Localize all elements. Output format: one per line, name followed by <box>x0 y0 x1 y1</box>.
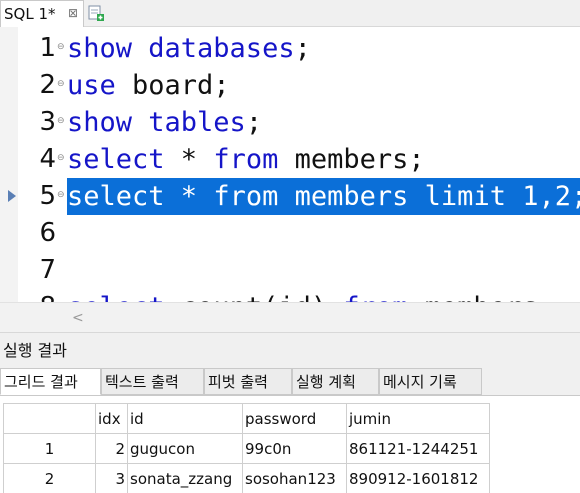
result-table: idx id password jumin 1 2 gugucon 99c0n … <box>3 403 490 493</box>
tab-grid-result[interactable]: 그리드 결과 <box>0 368 101 395</box>
cell-idx[interactable]: 3 <box>95 463 128 493</box>
code-text[interactable]: show databases; <box>67 30 311 67</box>
cell-id[interactable]: gugucon <box>127 433 243 464</box>
line-number: 5 <box>39 181 56 211</box>
cell-jumin[interactable]: 890912-1601812 <box>346 463 490 493</box>
cell-id[interactable]: sonata_zzang <box>127 463 243 493</box>
editor-line[interactable]: 5 ⊖ select * from members limit 1,2; <box>0 178 580 215</box>
editor-line[interactable]: 4 ⊖ select * from members; <box>0 141 580 178</box>
column-header-id[interactable]: id <box>127 403 243 434</box>
row-number[interactable]: 1 <box>3 433 96 464</box>
fold-icon[interactable]: ⊖ <box>57 117 65 126</box>
column-header-idx[interactable]: idx <box>95 403 128 434</box>
code-text[interactable]: select * from members limit 1,2; <box>67 178 580 215</box>
fold-icon[interactable]: ⊖ <box>57 80 65 89</box>
close-icon[interactable]: ⊠ <box>68 6 78 20</box>
row-number[interactable]: 2 <box>3 463 96 493</box>
code-text[interactable]: use board; <box>67 67 230 104</box>
cell-password[interactable]: sosohan123 <box>242 463 347 493</box>
tab-label: SQL 1* <box>4 5 56 23</box>
tab-text-output[interactable]: 텍스트 출력 <box>101 368 204 395</box>
code-text[interactable]: select * from members; <box>67 141 425 178</box>
tab-message-history[interactable]: 메시지 기록 <box>379 368 482 395</box>
editor-line[interactable]: 2 ⊖ use board; <box>0 67 580 104</box>
editor-line[interactable]: 1 ⊖ show databases; <box>0 30 580 67</box>
current-line-marker-icon <box>8 190 16 202</box>
cell-password[interactable]: 99c0n <box>242 433 347 464</box>
new-sql-tab-icon[interactable] <box>86 3 106 23</box>
tab-pivot-output[interactable]: 피벗 출력 <box>204 368 292 395</box>
fold-icon[interactable]: ⊖ <box>57 191 65 200</box>
code-text[interactable]: select count(id) from members; <box>67 289 555 302</box>
editor-tab-bar: SQL 1* ⊠ <box>0 0 580 27</box>
editor-line[interactable]: 6 <box>0 215 580 252</box>
fold-icon[interactable]: ⊖ <box>57 43 65 52</box>
line-number: 2 <box>39 70 56 100</box>
editor-line[interactable]: 8⊖select count(id) from members; <box>0 289 580 302</box>
fold-icon[interactable]: ⊖ <box>57 154 65 163</box>
code-text[interactable]: show tables; <box>67 104 262 141</box>
line-number: 8 <box>18 289 56 302</box>
cell-idx[interactable]: 2 <box>95 433 128 464</box>
cell-jumin[interactable]: 861121-1244251 <box>346 433 490 464</box>
line-number: 1 <box>39 33 56 63</box>
line-number: 3 <box>39 107 56 137</box>
line-number: 7 <box>39 255 56 285</box>
scroll-left-icon[interactable]: < <box>72 310 84 326</box>
tab-sql-1[interactable]: SQL 1* ⊠ <box>0 0 84 27</box>
sql-editor[interactable]: 1 ⊖ show databases; 2 ⊖ use board; 3 ⊖ show tabl… <box>0 27 580 302</box>
table-row[interactable]: 2 3 sonata_zzang sosohan123 890912-16018… <box>3 463 490 493</box>
tab-execution-plan[interactable]: 실행 계획 <box>292 368 379 395</box>
result-panel-title: 실행 결과 <box>0 332 580 368</box>
column-header-password[interactable]: password <box>242 403 347 434</box>
line-number: 4 <box>39 144 56 174</box>
result-tabs: 그리드 결과 텍스트 출력 피벗 출력 실행 계획 메시지 기록 <box>0 368 580 395</box>
horizontal-scrollbar[interactable]: < <box>0 302 580 332</box>
row-number-header <box>3 403 96 434</box>
table-row[interactable]: 1 2 gugucon 99c0n 861121-1244251 <box>3 433 490 464</box>
editor-line[interactable]: 3 ⊖ show tables; <box>0 104 580 141</box>
result-grid[interactable]: idx id password jumin 1 2 gugucon 99c0n … <box>0 395 580 493</box>
column-header-jumin[interactable]: jumin <box>346 403 490 434</box>
table-header-row: idx id password jumin <box>3 403 490 434</box>
editor-line[interactable]: 7 <box>0 252 580 289</box>
line-number: 6 <box>39 218 56 248</box>
